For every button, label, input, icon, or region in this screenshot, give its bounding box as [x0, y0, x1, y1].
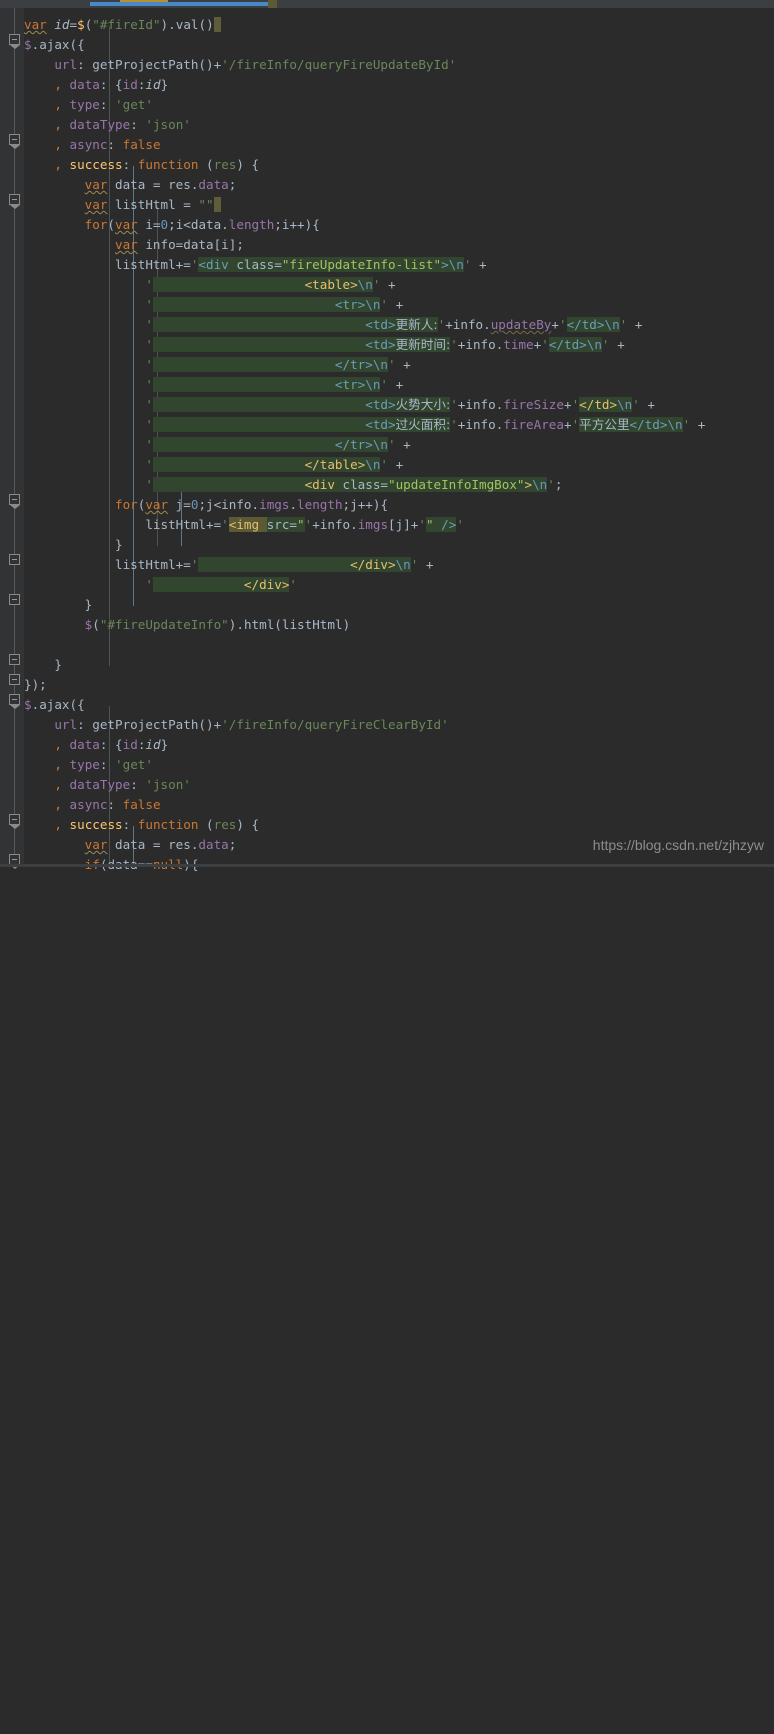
editor-gutter[interactable]: [0, 8, 24, 869]
code-line[interactable]: ' <td>火势大小:'+info.fireSize+'</td>\n' +: [24, 395, 655, 415]
fold-marker[interactable]: [9, 674, 20, 685]
fold-marker[interactable]: [9, 814, 20, 829]
watermark-url: https://blog.csdn.net/zjhzyw: [592, 837, 764, 853]
code-line[interactable]: , async: false: [24, 135, 160, 155]
code-line[interactable]: $("#fireUpdateInfo").html(listHtml): [24, 615, 350, 635]
code-line[interactable]: var data = res.data;: [24, 175, 237, 195]
code-line[interactable]: ' </tr>\n' +: [24, 355, 411, 375]
code-line[interactable]: , dataType: 'json': [24, 115, 191, 135]
code-line[interactable]: ' <div class="updateInfoImgBox">\n';: [24, 475, 562, 495]
fold-marker[interactable]: [9, 654, 20, 665]
code-line[interactable]: }: [24, 535, 123, 555]
code-line[interactable]: url: getProjectPath()+'/fireInfo/queryFi…: [24, 715, 448, 735]
code-line[interactable]: listHtml+='<img src="'+info.imgs[j]+'" /…: [24, 515, 464, 535]
code-line[interactable]: , success: function (res) {: [24, 815, 259, 835]
active-tab-underline: [90, 2, 270, 6]
code-line[interactable]: }: [24, 655, 62, 675]
code-line[interactable]: ' </div>': [24, 575, 297, 595]
code-line[interactable]: ' <td>更新时间:'+info.time+'</td>\n' +: [24, 335, 625, 355]
code-line[interactable]: ' <td>过火面积:'+info.fireArea+'平方公里</td>\n'…: [24, 415, 705, 435]
fold-marker[interactable]: [9, 594, 20, 605]
code-line[interactable]: , async: false: [24, 795, 160, 815]
code-line[interactable]: , data: {id:id}: [24, 75, 168, 95]
code-line[interactable]: , dataType: 'json': [24, 775, 191, 795]
code-line[interactable]: ' </tr>\n' +: [24, 435, 411, 455]
code-editor[interactable]: var id=$("#fireId").val() $.ajax({ url: …: [0, 0, 774, 872]
code-line[interactable]: });: [24, 675, 47, 695]
fold-marker[interactable]: [9, 194, 20, 209]
code-line[interactable]: $.ajax({: [24, 695, 85, 715]
code-line[interactable]: url: getProjectPath()+'/fireInfo/queryFi…: [24, 55, 456, 75]
fold-marker[interactable]: [9, 494, 20, 509]
code-line[interactable]: ' <tr>\n' +: [24, 295, 403, 315]
code-line[interactable]: listHtml+=' </div>\n' +: [24, 555, 434, 575]
code-line[interactable]: var info=data[i];: [24, 235, 244, 255]
editor-tab-strip[interactable]: [0, 0, 774, 8]
fold-marker[interactable]: [9, 694, 20, 709]
code-line[interactable]: }: [24, 595, 93, 615]
code-line[interactable]: var listHtml = "": [24, 195, 221, 215]
code-line[interactable]: var id=$("#fireId").val(): [24, 15, 221, 35]
code-content[interactable]: var id=$("#fireId").val() $.ajax({ url: …: [24, 8, 774, 872]
code-line[interactable]: , data: {id:id}: [24, 735, 168, 755]
code-line[interactable]: ' <td>更新人:'+info.updateBy+'</td>\n' +: [24, 315, 642, 335]
code-line[interactable]: listHtml+='<div class="fireUpdateInfo-li…: [24, 255, 487, 275]
fold-marker[interactable]: [9, 554, 20, 565]
code-line[interactable]: ' <table>\n' +: [24, 275, 396, 295]
code-line[interactable]: for(var j=0;j<info.imgs.length;j++){: [24, 495, 388, 515]
fold-marker[interactable]: [9, 134, 20, 149]
code-line[interactable]: var data = res.data;: [24, 835, 237, 855]
tab-caret-block: [268, 0, 277, 8]
code-line[interactable]: ' <tr>\n' +: [24, 375, 403, 395]
fold-marker[interactable]: [9, 34, 20, 49]
code-line[interactable]: , type: 'get': [24, 95, 153, 115]
code-line[interactable]: for(var i=0;i<data.length;i++){: [24, 215, 320, 235]
code-line[interactable]: , type: 'get': [24, 755, 153, 775]
code-line[interactable]: ' </table>\n' +: [24, 455, 403, 475]
code-line[interactable]: $.ajax({: [24, 35, 85, 55]
code-line[interactable]: , success: function (res) {: [24, 155, 259, 175]
